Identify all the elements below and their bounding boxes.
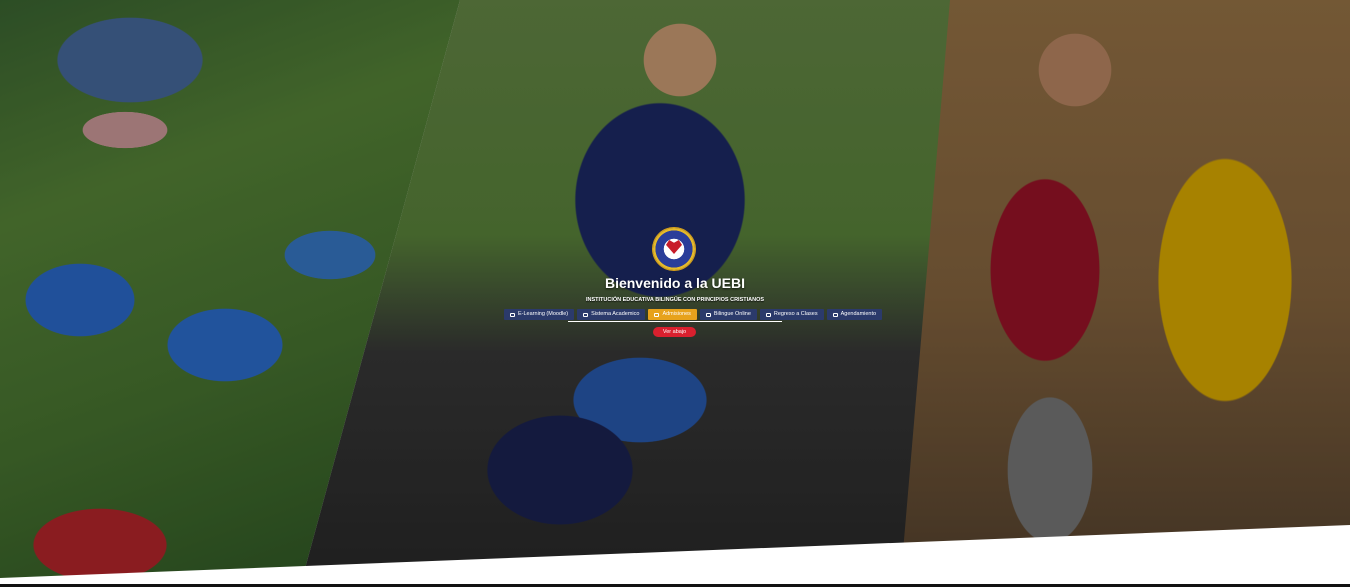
mail-icon (654, 312, 660, 317)
nav-item-regreso-a-clases[interactable]: Regreso a Clases (759, 309, 824, 320)
crest-heart-icon (666, 240, 682, 254)
document-icon (583, 312, 589, 317)
nav-item-label: Admisiones (662, 311, 691, 317)
nav-item-label: Regreso a Clases (773, 311, 818, 317)
quick-links-nav: E-Learning (Moodle) Sistema Academico Ad… (504, 309, 883, 321)
ver-abajo-button[interactable]: Ver abajo (653, 327, 696, 337)
nav-item-label: E-Learning (Moodle) (518, 311, 569, 317)
monitor-icon (765, 312, 771, 317)
moodle-icon (510, 312, 515, 317)
calendar-icon (832, 312, 838, 317)
nav-underline (568, 321, 782, 322)
nav-item-label: Sistema Academico (591, 311, 640, 317)
school-crest-icon (653, 228, 695, 270)
nav-item-agendamiento[interactable]: Agendamiento (826, 309, 883, 320)
hero-overlay (0, 0, 1350, 587)
nav-item-sistema-academico[interactable]: Sistema Academico (577, 309, 646, 320)
hero-section: Bienvenido a la UEBI INSTITUCIÓN EDUCATI… (0, 0, 1350, 587)
hero-subtitle: INSTITUCIÓN EDUCATIVA BILINGÜE CON PRINC… (585, 297, 765, 303)
nav-item-bilingue-online[interactable]: Bilingue Online (699, 309, 757, 320)
monitor-icon (705, 312, 711, 317)
hero-title: Bienvenido a la UEBI (604, 275, 746, 291)
nav-item-elearning[interactable]: E-Learning (Moodle) (504, 309, 575, 320)
nav-item-label: Bilingue Online (713, 311, 751, 317)
nav-item-admisiones[interactable]: Admisiones (648, 309, 697, 320)
nav-item-label: Agendamiento (840, 311, 877, 317)
